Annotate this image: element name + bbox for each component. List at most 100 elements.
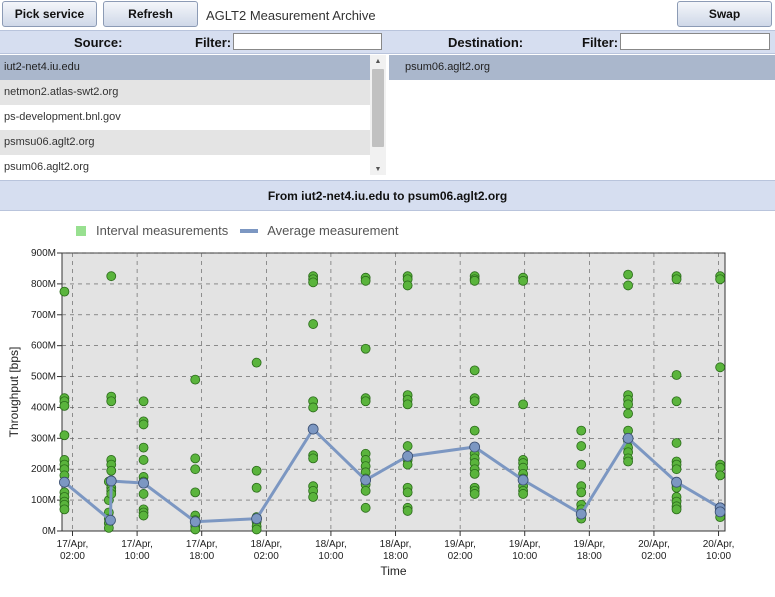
y-tick-label: 0M [42, 526, 56, 537]
x-tick-label: 10:00 [706, 551, 731, 562]
average-point [105, 475, 117, 487]
scroll-thumb[interactable] [372, 69, 384, 147]
average-legend-swatch [240, 228, 259, 233]
average-point [402, 450, 414, 462]
interval-point [402, 487, 413, 498]
x-tick-label: 19/Apr, [444, 539, 476, 550]
y-tick-label: 300M [31, 433, 56, 444]
route-header: From iut2-net4.iu.edu to psum06.aglt2.or… [0, 180, 775, 211]
interval-point [715, 362, 726, 373]
average-point [105, 514, 116, 526]
interval-point [469, 425, 480, 436]
interval-point [190, 453, 201, 464]
interval-point [623, 408, 633, 419]
source-item[interactable]: ps-development.bnl.gov [0, 105, 370, 130]
interval-point [623, 399, 633, 410]
x-tick-label: 10:00 [125, 551, 150, 562]
interval-point [360, 396, 371, 407]
destination-list: psum06.aglt2.org [389, 55, 775, 180]
average-point [517, 474, 529, 486]
interval-point [671, 370, 682, 380]
interval-point [59, 400, 70, 411]
interval-point [715, 274, 726, 285]
average-point [138, 477, 149, 489]
y-tick-label: 200M [31, 464, 56, 475]
destination-filter-input[interactable] [620, 33, 770, 50]
interval-point [518, 489, 529, 499]
x-tick-label: 02:00 [254, 551, 279, 562]
interval-point [360, 485, 371, 496]
interval-point [251, 482, 262, 493]
x-axis-title: Time [380, 564, 407, 575]
swap-button[interactable]: Swap [677, 1, 772, 27]
app-title: AGLT2 Measurement Archive [206, 8, 376, 23]
y-tick-label: 400M [31, 402, 56, 413]
interval-point [671, 396, 682, 407]
interval-point [402, 399, 413, 410]
average-point [622, 432, 634, 444]
average-point [251, 513, 263, 525]
source-item[interactable]: iut2-net4.iu.edu [0, 55, 370, 80]
interval-point [360, 275, 371, 286]
refresh-button[interactable]: Refresh [103, 1, 198, 27]
interval-point [623, 280, 633, 291]
interval-point [138, 510, 149, 521]
y-tick-label: 900M [31, 248, 56, 259]
interval-point [59, 504, 70, 515]
source-filter-label: Filter: [195, 35, 232, 50]
average-point [469, 441, 481, 453]
x-tick-label: 20/Apr, [638, 539, 670, 550]
source-list-scrollbar[interactable]: ▲ ▼ [370, 55, 386, 175]
average-point [59, 476, 70, 488]
destination-label: Destination: [448, 35, 524, 50]
average-point [671, 476, 682, 488]
interval-point [576, 459, 587, 470]
interval-point [106, 465, 117, 476]
interval-legend-label: Interval measurements [96, 223, 229, 238]
interval-point [308, 402, 319, 413]
interval-point [360, 502, 371, 513]
throughput-chart: 0M 100M 200M 300M 400M 500M 600M 700M 800M 900M 17… [7, 248, 734, 575]
interval-point [715, 470, 726, 481]
x-tick-label: 10:00 [318, 551, 343, 562]
x-tick-label: 18/Apr, [250, 539, 282, 550]
y-axis-title: Throughput [bps] [7, 347, 21, 438]
x-tick-label: 17/Apr, [121, 539, 153, 550]
interval-point [402, 441, 413, 451]
x-tick-label: 18:00 [577, 551, 602, 562]
destination-item[interactable]: psum06.aglt2.org [389, 55, 775, 80]
interval-point [308, 319, 319, 329]
scroll-down-icon[interactable]: ▼ [370, 163, 386, 175]
source-filter-input[interactable] [233, 33, 382, 50]
x-tick-label: 18/Apr, [315, 539, 347, 550]
x-tick-label: 18/Apr, [380, 539, 412, 550]
interval-point [360, 343, 371, 354]
scroll-up-icon[interactable]: ▲ [370, 55, 386, 67]
source-item[interactable]: netmon2.atlas-swt2.org [0, 80, 370, 105]
source-item[interactable]: psmsu06.aglt2.org [0, 130, 370, 155]
destination-filter-label: Filter: [582, 35, 619, 50]
source-item[interactable]: psum06.aglt2.org [0, 155, 370, 180]
x-tick-label: 17/Apr, [57, 539, 89, 550]
pick-service-button[interactable]: Pick service [2, 1, 97, 27]
average-point [360, 474, 372, 486]
interval-point [576, 487, 587, 498]
interval-legend-swatch [76, 225, 86, 236]
interval-point [138, 489, 149, 499]
interval-point [671, 464, 682, 475]
interval-point [308, 492, 319, 502]
top-toolbar: Pick service Refresh AGLT2 Measurement A… [0, 0, 775, 30]
interval-point [623, 269, 633, 280]
source-label: Source: [74, 35, 123, 50]
interval-point [469, 365, 480, 376]
x-tick-label: 02:00 [641, 551, 666, 562]
interval-point [671, 438, 682, 448]
source-list: iut2-net4.iu.edu netmon2.atlas-swt2.org … [0, 55, 370, 180]
interval-point [308, 277, 319, 288]
interval-point [190, 464, 201, 475]
interval-point [576, 425, 587, 436]
interval-point [251, 465, 262, 476]
x-tick-label: 10:00 [512, 551, 537, 562]
y-tick-label: 800M [31, 279, 56, 290]
y-tick-label: 600M [31, 341, 56, 352]
